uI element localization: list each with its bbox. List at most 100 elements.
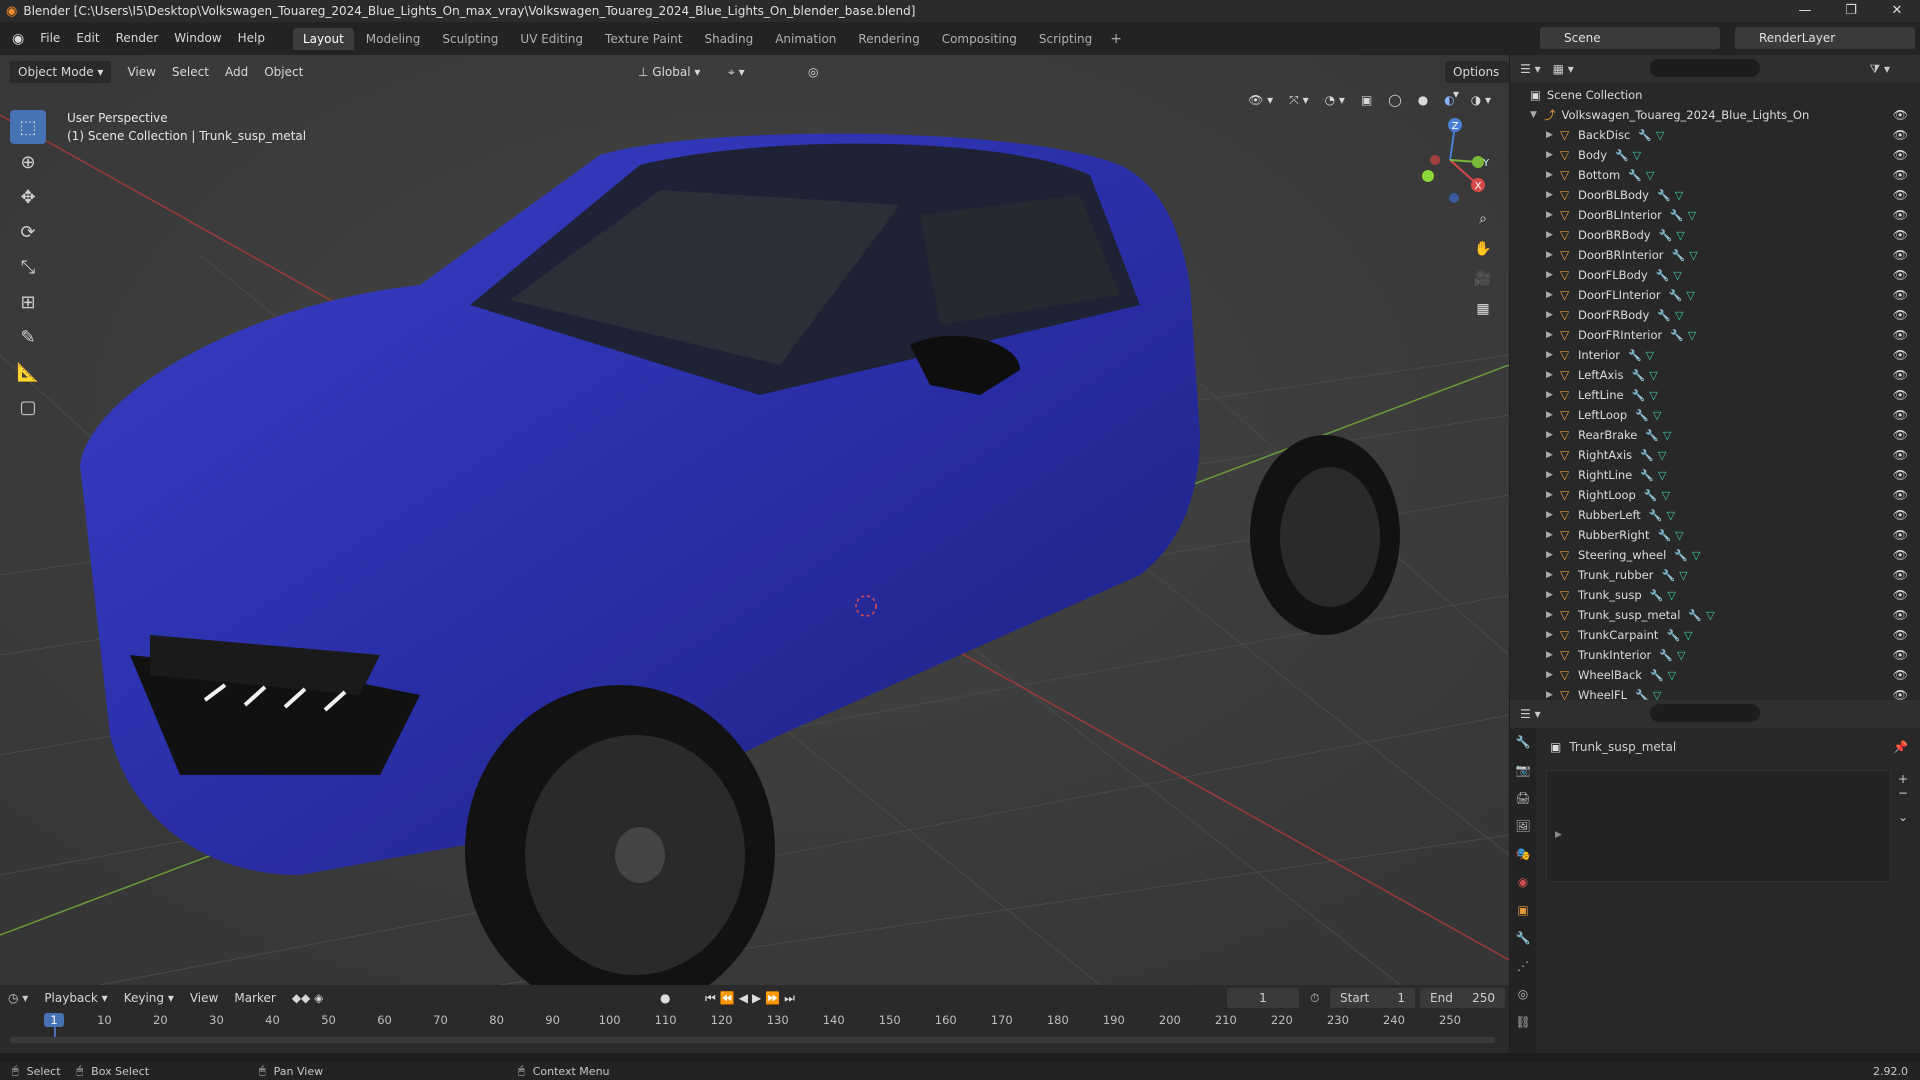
rotate-tool-icon[interactable]: ⟳: [10, 215, 46, 249]
expand-right-icon[interactable]: ▶: [1546, 130, 1560, 140]
modifier-wrench-icon[interactable]: 🔧: [1674, 549, 1688, 562]
mesh-data-icon[interactable]: ▽: [1649, 389, 1657, 402]
outliner-object-row[interactable]: ▶ ▽ DoorBLBody 🔧 ▽ 👁: [1510, 185, 1920, 205]
expand-right-icon[interactable]: ▶: [1546, 630, 1560, 640]
modifier-wrench-icon[interactable]: 🔧: [1628, 349, 1642, 362]
outliner-object-row[interactable]: ▶ ▽ Body 🔧 ▽ 👁: [1510, 145, 1920, 165]
modifier-wrench-icon[interactable]: 🔧: [1657, 309, 1671, 322]
outliner-search-input[interactable]: [1650, 59, 1760, 77]
visibility-eye-icon[interactable]: 👁: [1893, 428, 1908, 442]
zoom-icon[interactable]: ⌕: [1469, 205, 1497, 233]
visibility-eye-icon[interactable]: 👁: [1893, 408, 1908, 422]
visibility-eye-icon[interactable]: 👁: [1893, 628, 1908, 642]
tab-shading[interactable]: Shading: [694, 28, 763, 50]
mesh-data-icon[interactable]: ▽: [1688, 329, 1696, 342]
visibility-eye-icon[interactable]: 👁: [1893, 648, 1908, 662]
tab-uv-editing[interactable]: UV Editing: [510, 28, 593, 50]
outliner-object-row[interactable]: ▶ ▽ DoorFLBody 🔧 ▽ 👁: [1510, 265, 1920, 285]
mesh-data-icon[interactable]: ▽: [1675, 529, 1683, 542]
expand-right-icon[interactable]: ▶: [1546, 390, 1560, 400]
camera-view-icon[interactable]: 🎥: [1469, 265, 1497, 293]
expand-right-icon[interactable]: ▶: [1546, 210, 1560, 220]
modifier-wrench-icon[interactable]: 🔧: [1615, 149, 1629, 162]
modifier-wrench-icon[interactable]: 🔧: [1649, 509, 1663, 522]
expand-right-icon[interactable]: ▶: [1546, 570, 1560, 580]
mesh-data-icon[interactable]: ▽: [1692, 549, 1700, 562]
expand-right-icon[interactable]: ▶: [1546, 150, 1560, 160]
visibility-eye-icon[interactable]: 👁: [1893, 168, 1908, 182]
outliner-collection-row[interactable]: ▼ ⤴ Volkswagen_Touareg_2024_Blue_Lights_…: [1510, 105, 1920, 125]
cursor-tool-icon[interactable]: ⊕: [10, 145, 46, 179]
gizmo-toggle-icon[interactable]: ⤧ ▾: [1281, 89, 1316, 111]
snap-icon[interactable]: ⌖ ▾: [720, 61, 753, 83]
mesh-data-icon[interactable]: ▽: [1658, 449, 1666, 462]
visibility-eye-icon[interactable]: 👁: [1893, 568, 1908, 582]
minimize-button[interactable]: —: [1782, 0, 1828, 22]
mesh-data-icon[interactable]: ▽: [1656, 129, 1664, 142]
expand-right-icon[interactable]: ▶: [1546, 590, 1560, 600]
outliner-object-row[interactable]: ▶ ▽ Trunk_rubber 🔧 ▽ 👁: [1510, 565, 1920, 585]
visibility-eye-icon[interactable]: 👁: [1893, 108, 1908, 122]
outliner-object-row[interactable]: ▶ ▽ TrunkCarpaint 🔧 ▽ 👁: [1510, 625, 1920, 645]
tab-layout[interactable]: Layout: [292, 27, 354, 50]
modifier-wrench-icon[interactable]: 🔧: [1635, 689, 1649, 701]
outliner-object-row[interactable]: ▶ ▽ DoorBRInterior 🔧 ▽ 👁: [1510, 245, 1920, 265]
viewport-menu-select[interactable]: Select: [164, 61, 217, 83]
tool-settings-tab-icon[interactable]: 🔧: [1510, 728, 1536, 756]
modifier-wrench-icon[interactable]: 🔧: [1656, 269, 1670, 282]
view-layer-tab-icon[interactable]: 🖼: [1510, 812, 1536, 840]
shading-rendered-icon[interactable]: ◑ ▾: [1463, 89, 1499, 111]
expand-right-icon[interactable]: ▶: [1546, 650, 1560, 660]
mesh-data-icon[interactable]: ▽: [1673, 269, 1681, 282]
outliner-object-row[interactable]: ▶ ▽ DoorFRBody 🔧 ▽ 👁: [1510, 305, 1920, 325]
modifier-wrench-icon[interactable]: 🔧: [1640, 449, 1654, 462]
ortho-grid-icon[interactable]: ▦: [1469, 295, 1497, 323]
mesh-data-icon[interactable]: ▽: [1668, 669, 1676, 682]
mesh-data-icon[interactable]: ▽: [1675, 309, 1683, 322]
visibility-eye-icon[interactable]: 👁: [1893, 448, 1908, 462]
modifier-wrench-icon[interactable]: 🔧: [1670, 209, 1684, 222]
visibility-eye-icon[interactable]: 👁: [1893, 208, 1908, 222]
outliner-object-row[interactable]: ▶ ▽ RightLoop 🔧 ▽ 👁: [1510, 485, 1920, 505]
visibility-icon[interactable]: 👁 ▾: [1240, 89, 1281, 111]
properties-search-input[interactable]: [1650, 704, 1760, 722]
expand-right-icon[interactable]: ▶: [1546, 250, 1560, 260]
modifier-wrench-icon[interactable]: 🔧: [1688, 609, 1702, 622]
expand-right-icon[interactable]: ▶: [1546, 270, 1560, 280]
expand-right-icon[interactable]: ▶: [1546, 470, 1560, 480]
editor-type-icon[interactable]: ☰ ▾: [1520, 62, 1541, 76]
add-cube-tool-icon[interactable]: ▢: [10, 390, 46, 424]
modifier-wrench-icon[interactable]: 🔧: [1666, 629, 1680, 642]
visibility-eye-icon[interactable]: 👁: [1893, 128, 1908, 142]
mesh-data-icon[interactable]: ▽: [1653, 689, 1661, 701]
tab-rendering[interactable]: Rendering: [848, 28, 929, 50]
mesh-data-icon[interactable]: ▽: [1667, 509, 1675, 522]
visibility-eye-icon[interactable]: 👁: [1893, 588, 1908, 602]
outliner-object-row[interactable]: ▶ ▽ RightAxis 🔧 ▽ 👁: [1510, 445, 1920, 465]
xray-icon[interactable]: ▣: [1353, 89, 1380, 111]
modifier-wrench-icon[interactable]: 🔧: [1645, 429, 1659, 442]
options-dropdown[interactable]: Options ▾: [1445, 60, 1509, 101]
outliner-object-row[interactable]: ▶ ▽ DoorBLInterior 🔧 ▽ 👁: [1510, 205, 1920, 225]
shading-solid-icon[interactable]: ●: [1410, 89, 1436, 111]
mesh-data-icon[interactable]: ▽: [1676, 229, 1684, 242]
visibility-eye-icon[interactable]: 👁: [1893, 468, 1908, 482]
expand-right-icon[interactable]: ▶: [1546, 370, 1560, 380]
modifier-wrench-icon[interactable]: 🔧: [1670, 329, 1684, 342]
visibility-eye-icon[interactable]: 👁: [1893, 368, 1908, 382]
visibility-eye-icon[interactable]: 👁: [1893, 308, 1908, 322]
visibility-eye-icon[interactable]: 👁: [1893, 268, 1908, 282]
blender-menu-icon[interactable]: ◉: [0, 31, 32, 47]
select-box-tool-icon[interactable]: ⬚: [10, 110, 46, 144]
mesh-data-icon[interactable]: ▽: [1646, 169, 1654, 182]
properties-editor-icon[interactable]: ☰ ▾: [1520, 707, 1541, 721]
modifier-wrench-icon[interactable]: 🔧: [1635, 409, 1649, 422]
scale-tool-icon[interactable]: ⤡: [10, 250, 46, 284]
render-tab-icon[interactable]: 📷: [1510, 756, 1536, 784]
display-mode-icon[interactable]: ▦ ▾: [1553, 62, 1574, 76]
visibility-eye-icon[interactable]: 👁: [1893, 348, 1908, 362]
mesh-data-icon[interactable]: ▽: [1663, 429, 1671, 442]
maximize-button[interactable]: ❐: [1828, 0, 1874, 22]
mesh-data-icon[interactable]: ▽: [1677, 649, 1685, 662]
pan-hand-icon[interactable]: ✋: [1469, 235, 1497, 263]
